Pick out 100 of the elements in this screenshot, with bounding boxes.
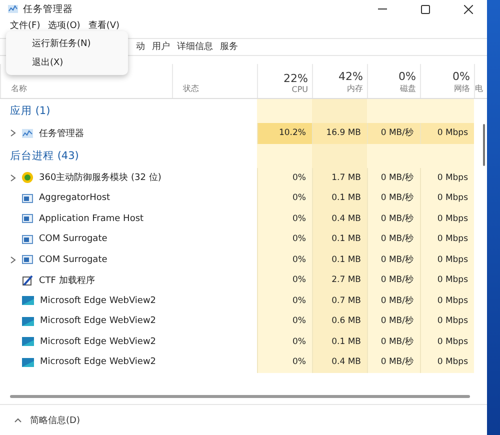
cpu-cell: 0% (257, 311, 312, 332)
webview-icon (22, 316, 34, 326)
disk-cell: 0 MB/秒 (367, 123, 420, 144)
chevron-icon[interactable] (10, 129, 16, 138)
column-shading (257, 99, 312, 123)
process-name: Microsoft Edge WebView2 (40, 357, 156, 368)
menu-item[interactable]: 选项(O) (48, 19, 80, 32)
process-name: CTF 加载程序 (39, 274, 95, 287)
memory-cell: 0.1 MB (312, 229, 367, 250)
memory-cell: 0.1 MB (312, 332, 367, 352)
column-header[interactable]: 内存 (347, 83, 363, 94)
app-icon (8, 5, 18, 13)
window-icon (22, 194, 33, 203)
menu-item[interactable]: 文件(F) (10, 19, 40, 32)
scrollbar[interactable] (483, 124, 485, 166)
process-name: Application Frame Host (39, 214, 144, 224)
window-icon (22, 234, 33, 244)
disk-cell: 0 MB/秒 (367, 250, 420, 270)
group-title: 后台进程 (43) (9, 148, 80, 162)
disk-cell: 0 MB/秒 (367, 290, 420, 311)
disk-cell: 0 MB/秒 (367, 208, 420, 229)
network-cell: 0 Mbps (420, 270, 474, 290)
network-cell: 0 Mbps (420, 352, 474, 372)
process-name: Microsoft Edge WebView2 (40, 336, 156, 347)
tab[interactable]: 服务 (217, 38, 241, 56)
webview-icon (22, 296, 34, 306)
memory-cell: 0.4 MB (312, 208, 367, 229)
memory-cell: 16.9 MB (312, 123, 367, 144)
disk-cell: 0 MB/秒 (367, 188, 420, 208)
memory-cell: 0.7 MB (312, 290, 367, 311)
column-shading (257, 144, 312, 168)
fewer-details-button[interactable]: 简略信息(D) (30, 414, 80, 426)
process-name: Microsoft Edge WebView2 (40, 316, 156, 326)
column-header[interactable]: 名称 (11, 83, 27, 94)
column-shading (312, 99, 367, 123)
network-cell: 0 Mbps (420, 290, 474, 311)
disk-cell: 0 MB/秒 (367, 352, 420, 372)
network-cell: 0 Mbps (420, 208, 474, 229)
column-header[interactable]: 状态 (183, 83, 199, 94)
cpu-cell: 0% (257, 188, 312, 208)
disk-cell: 0 MB/秒 (367, 332, 420, 352)
close-icon[interactable] (464, 4, 472, 14)
cpu-cell: 0% (257, 168, 312, 188)
cpu-cell: 0% (257, 270, 312, 290)
cpu-cell: 0% (257, 290, 312, 311)
memory-cell: 0.1 MB (312, 250, 367, 270)
process-name: AggregatorHost (39, 193, 110, 204)
memory-cell: 0.4 MB (312, 352, 367, 372)
network-cell: 0 Mbps (420, 229, 474, 250)
cpu-cell: 0% (257, 229, 312, 250)
cpu-cell: 10.2% (257, 123, 312, 144)
webview-icon (22, 337, 34, 346)
column-header[interactable]: 网络 (454, 83, 470, 94)
process-name: COM Surrogate (39, 254, 108, 265)
cpu-cell: 0% (257, 208, 312, 229)
cpu-cell: 0% (257, 332, 312, 352)
minimize-icon[interactable] (378, 8, 386, 10)
process-name: 360主动防御服务模块 (32 位) (39, 172, 162, 184)
memory-cell: 2.7 MB (312, 270, 367, 290)
network-cell: 0 Mbps (420, 168, 474, 188)
shield-icon (22, 172, 33, 184)
chevron-icon[interactable] (10, 256, 16, 264)
process-name: Microsoft Edge WebView2 (40, 296, 156, 306)
maximize-icon[interactable] (420, 4, 430, 14)
tab[interactable]: 用户 (149, 38, 173, 56)
scrollbar[interactable] (10, 395, 470, 398)
disk-cell: 0 MB/秒 (367, 311, 420, 332)
column-shading (367, 99, 420, 123)
column-shading (312, 144, 367, 168)
column-header[interactable]: CPU (292, 85, 308, 94)
column-percent: 22% (284, 72, 308, 85)
chevron-icon[interactable] (10, 174, 16, 182)
column-header[interactable]: 电 (475, 83, 483, 94)
network-cell: 0 Mbps (420, 188, 474, 208)
process-name: COM Surrogate (39, 234, 108, 244)
window-title: 任务管理器 (23, 2, 74, 16)
cpu-cell: 0% (257, 250, 312, 270)
tab[interactable]: 详细信息 (174, 38, 216, 56)
menu-option[interactable]: 运行新任务(N) (6, 34, 128, 53)
chart-icon (22, 128, 33, 138)
disk-cell: 0 MB/秒 (367, 270, 420, 290)
network-cell: 0 Mbps (420, 123, 474, 144)
memory-cell: 0.6 MB (312, 311, 367, 332)
column-shading (420, 99, 474, 123)
chevron-up-icon[interactable] (14, 418, 22, 422)
group-title: 应用 (1) (9, 104, 52, 118)
menu-option[interactable]: 退出(X) (6, 53, 128, 72)
tab[interactable]: 动 (133, 38, 148, 56)
window-icon (22, 255, 33, 264)
memory-cell: 0.1 MB (312, 188, 367, 208)
column-header[interactable]: 磁盘 (400, 83, 416, 94)
menu-item[interactable]: 查看(V) (88, 19, 120, 32)
webview-icon (22, 358, 34, 367)
disk-cell: 0 MB/秒 (367, 168, 420, 188)
cpu-cell: 0% (257, 352, 312, 372)
network-cell: 0 Mbps (420, 332, 474, 352)
column-percent: 0% (452, 70, 470, 83)
column-percent: 42% (338, 70, 363, 83)
network-cell: 0 Mbps (420, 311, 474, 332)
window-icon (22, 214, 33, 224)
